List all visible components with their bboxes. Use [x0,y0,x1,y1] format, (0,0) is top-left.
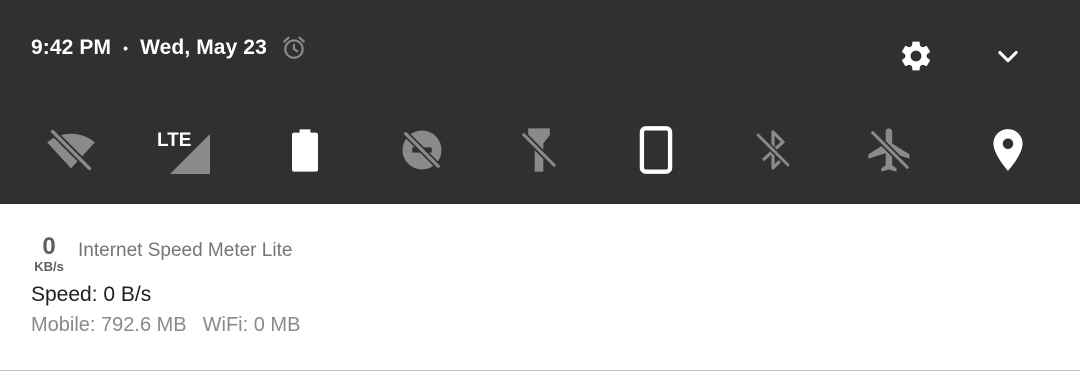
quick-settings-panel: 9:42 PM • Wed, May 23 LTE [0,0,1080,204]
mobile-usage: Mobile: 792.6 MB [31,314,187,336]
speed-meter-notification[interactable]: 0 KB/s Internet Speed Meter Lite Speed: … [0,204,1080,370]
notification-title: Speed: 0 B/s [31,283,152,306]
chevron-down-icon [998,50,1018,63]
bluetooth-off-icon [755,130,791,170]
tile-location[interactable] [976,118,1040,182]
tile-flashlight[interactable] [507,118,571,182]
battery-icon [292,129,318,172]
tile-auto-rotate[interactable] [624,118,688,182]
location-pin-icon [993,129,1023,171]
network-type-label: LTE [157,130,191,151]
portrait-phone-icon [639,126,673,174]
wifi-usage: WiFi: 0 MB [202,314,301,336]
settings-gear-icon [901,41,931,71]
status-separator: • [123,40,129,56]
tile-airplane-mode[interactable] [858,118,922,182]
alarm-icon[interactable] [281,35,307,61]
data-saver-off-icon [402,130,442,170]
clock-time: 9:42 PM [31,36,112,59]
status-header: 9:42 PM • Wed, May 23 [31,33,307,63]
meter-value: 0 [42,233,56,260]
tile-mobile-data[interactable]: LTE [146,118,216,182]
date-label[interactable]: Wed, May 23 [140,36,267,60]
notification-app-name: Internet Speed Meter Lite [78,240,293,261]
flashlight-off-icon [521,128,557,172]
expand-button[interactable] [986,34,1030,78]
tile-wifi[interactable] [39,118,103,182]
tile-bluetooth[interactable] [741,118,805,182]
tile-battery[interactable] [273,118,337,182]
airplane-off-icon [868,128,910,172]
speed-meter-small-icon: 0 KB/s [30,233,68,274]
notification-usage-text: Mobile: 792.6 MB WiFi: 0 MB [31,314,300,337]
quick-settings-tiles: LTE [0,112,1080,192]
tile-data-saver[interactable] [390,118,454,182]
settings-button[interactable] [894,34,938,78]
meter-unit: KB/s [34,259,64,274]
wifi-off-icon [47,129,95,171]
divider [0,370,1080,371]
